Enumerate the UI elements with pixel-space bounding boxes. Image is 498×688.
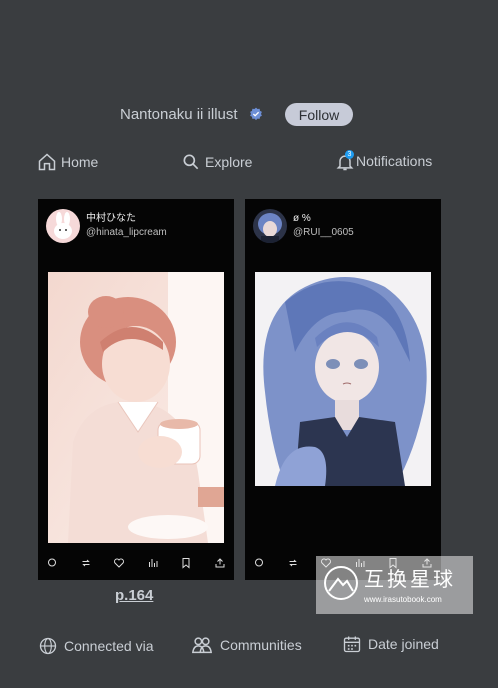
date-joined[interactable]: Date joined <box>342 634 439 654</box>
avatar[interactable] <box>253 209 287 243</box>
watermark-url: www.irasutobook.com <box>364 595 442 604</box>
watermark-title: 互换星球 <box>364 567 456 591</box>
bookmark-icon[interactable] <box>180 557 192 569</box>
reply-icon[interactable] <box>46 557 58 569</box>
post-author-name[interactable]: ø % <box>293 212 354 226</box>
like-icon[interactable] <box>113 557 125 569</box>
profile-name[interactable]: Nantonaku ii illust <box>120 106 238 123</box>
connected-via[interactable]: Connected via <box>38 636 154 656</box>
communities-label: Communities <box>220 637 302 653</box>
nav-explore-label: Explore <box>205 154 253 170</box>
verified-badge-icon <box>250 107 262 121</box>
post-image[interactable] <box>255 272 431 486</box>
avatar[interactable] <box>46 209 80 243</box>
bell-icon-wrap: 3 <box>335 150 355 172</box>
connected-via-label: Connected via <box>64 638 154 654</box>
follow-button[interactable]: Follow <box>285 103 353 126</box>
page-number: p.164 <box>115 587 154 604</box>
nav-home-label: Home <box>61 154 99 170</box>
share-icon[interactable] <box>214 557 226 569</box>
character-avatar-icon <box>253 209 287 243</box>
post-header: 中村ひなた @hinata_lipcream <box>46 209 167 243</box>
post-actions <box>46 557 226 569</box>
views-icon[interactable] <box>147 557 159 569</box>
communities-icon <box>191 637 213 654</box>
repost-icon[interactable] <box>80 557 92 569</box>
date-joined-label: Date joined <box>368 636 439 652</box>
watermark: 互换星球 www.irasutobook.com <box>316 556 473 614</box>
home-icon <box>38 153 56 171</box>
nav-notifications[interactable]: 3 Notifications <box>335 150 432 172</box>
post-image[interactable] <box>48 272 224 543</box>
reply-icon[interactable] <box>253 557 265 569</box>
calendar-icon <box>343 636 361 653</box>
search-icon <box>183 154 199 170</box>
nav-explore[interactable]: Explore <box>181 152 252 172</box>
nav-home[interactable]: Home <box>37 152 98 172</box>
notification-badge: 3 <box>345 150 354 159</box>
nav-notifications-label: Notifications <box>356 153 433 169</box>
post-author-handle[interactable]: @RUI__0605 <box>293 226 354 240</box>
repost-icon[interactable] <box>287 557 299 569</box>
post-card[interactable]: ø % @RUI__0605 <box>245 199 441 580</box>
communities[interactable]: Communities <box>190 634 302 656</box>
post-card[interactable]: 中村ひなた @hinata_lipcream <box>38 199 234 580</box>
post-header: ø % @RUI__0605 <box>253 209 354 243</box>
post-author-handle[interactable]: @hinata_lipcream <box>86 226 167 240</box>
globe-icon <box>39 637 57 655</box>
mountain-logo-icon <box>324 566 358 600</box>
bunny-avatar-icon <box>46 209 80 243</box>
post-author-name[interactable]: 中村ひなた <box>86 212 167 226</box>
